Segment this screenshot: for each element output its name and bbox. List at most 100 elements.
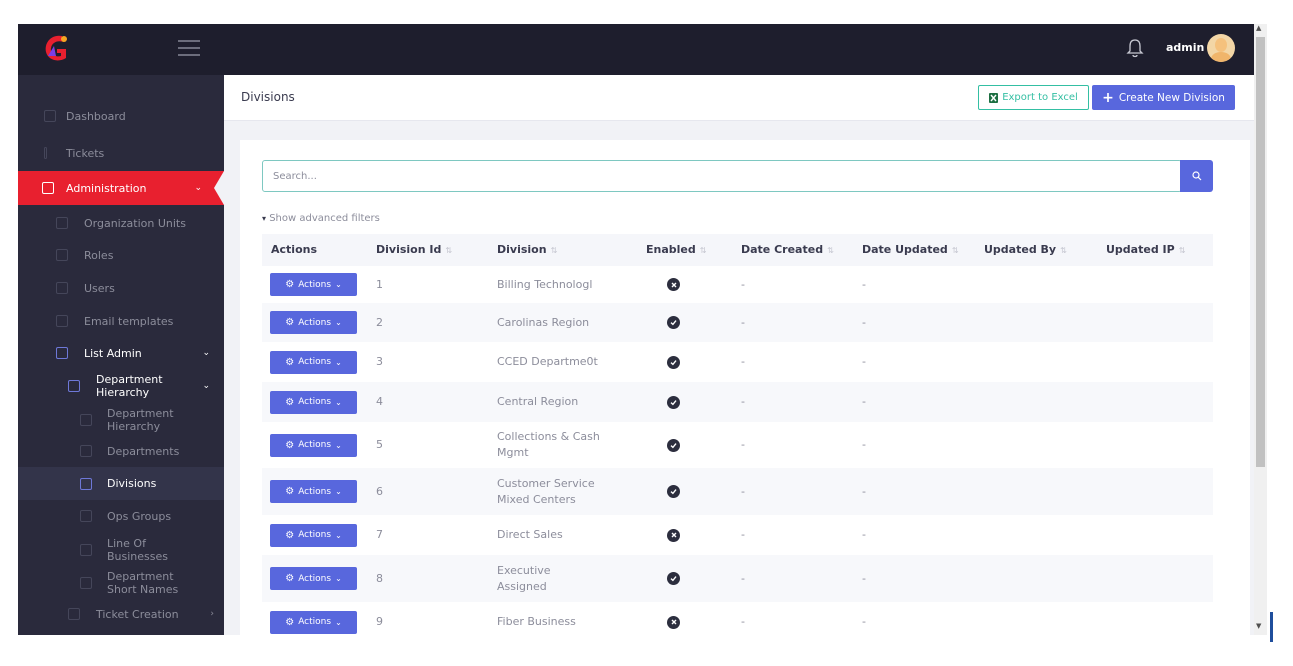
scroll-up-icon[interactable]: ▲	[1256, 24, 1261, 32]
search-button[interactable]	[1180, 160, 1213, 192]
sidebar-item-tickets[interactable]: Tickets	[18, 139, 224, 167]
column-header[interactable]: Date Created ⇅	[741, 243, 834, 256]
row-actions-button[interactable]: ⚙ Actions ⌄	[270, 433, 357, 457]
edge-marker	[1270, 612, 1273, 642]
sidebar-item-administration[interactable]: Administration ⌄	[18, 171, 224, 205]
date-created-cell: -	[741, 395, 745, 408]
gear-icon: ⚙	[285, 439, 295, 451]
row-actions-button[interactable]: ⚙ Actions ⌄	[270, 480, 357, 503]
dashboard-icon	[44, 110, 56, 122]
hierarchy-icon	[68, 380, 80, 392]
sidebar-item-ops-groups[interactable]: Ops Groups	[18, 502, 224, 530]
sort-icon: ⇅	[827, 246, 834, 255]
sidebar-item-department-short-names[interactable]: Department Short Names	[18, 566, 224, 600]
sidebar-item-label: Email templates	[84, 314, 174, 328]
sort-icon: ⇅	[1060, 246, 1067, 255]
column-header[interactable]: Division ⇅	[497, 243, 557, 256]
row-actions-button[interactable]: ⚙ Actions ⌄	[270, 273, 357, 296]
table-row[interactable]: ⚙ Actions ⌄ 8 Executive Assigned - -	[262, 555, 1213, 602]
scroll-down-icon[interactable]: ▼	[1256, 622, 1261, 630]
actions-label: Actions	[298, 530, 332, 540]
sidebar-item-label: Ticket Creation	[96, 607, 179, 621]
table-row[interactable]: ⚙ Actions ⌄ 4 Central Region - -	[262, 382, 1213, 422]
sidebar: Dashboard Tickets Administration ⌄ Organ…	[18, 75, 224, 635]
check-circle-icon	[667, 572, 680, 585]
column-header[interactable]: Updated IP ⇅	[1106, 243, 1185, 256]
row-actions-button[interactable]: ⚙ Actions ⌄	[270, 610, 357, 634]
column-header[interactable]: Enabled ⇅	[646, 243, 706, 256]
organization-icon	[56, 217, 68, 229]
table-row[interactable]: ⚙ Actions ⌄ 1 Billing Technologl - -	[262, 266, 1213, 303]
column-header[interactable]: Updated By ⇅	[984, 243, 1067, 256]
gear-icon: ⚙	[285, 616, 295, 628]
export-excel-button[interactable]: Export to Excel	[978, 85, 1089, 110]
division-name-cell: Billing Technologl	[497, 277, 593, 291]
row-actions-button[interactable]: ⚙ Actions ⌄	[270, 350, 357, 374]
division-id-cell: 3	[376, 355, 383, 368]
date-updated-cell: -	[862, 355, 866, 368]
date-created-cell: -	[741, 484, 745, 498]
date-updated-cell: -	[862, 438, 866, 451]
sidebar-item-department-hierarchy[interactable]: Department Hierarchy	[18, 403, 224, 437]
table-row[interactable]: ⚙ Actions ⌄ 3 CCED Departme0t - -	[262, 342, 1213, 382]
create-label: Create New Division	[1118, 91, 1225, 104]
table-header: Actions Division Id ⇅ Division ⇅ Enabled ⇅ …	[262, 234, 1213, 266]
sidebar-item-label: Organization Units	[84, 216, 186, 230]
advanced-filters-label: Show advanced filters	[269, 213, 380, 224]
page-title: Divisions	[241, 90, 295, 104]
chevron-down-icon: ⌄	[202, 348, 210, 358]
sidebar-item-roles[interactable]: Roles	[18, 241, 224, 269]
sidebar-item-label: Line Of Businesses	[107, 537, 169, 563]
table-row[interactable]: ⚙ Actions ⌄ 6 Customer Service Mixed Centers -…	[262, 468, 1213, 515]
sidebar-item-organization-units[interactable]: Organization Units	[18, 209, 224, 237]
division-name-cell: Carolinas Region	[497, 315, 590, 329]
sidebar-item-users[interactable]: Users	[18, 274, 224, 302]
table-row[interactable]: ⚙ Actions ⌄ 9 Fiber Business - -	[262, 602, 1213, 635]
sidebar-item-list-admin[interactable]: List Admin ⌄	[18, 339, 224, 367]
sidebar-item-line-of-businesses[interactable]: Line Of Businesses	[18, 533, 224, 567]
chevron-down-icon: ⌄	[335, 574, 342, 583]
table-row[interactable]: ⚙ Actions ⌄ 7 Direct Sales - -	[262, 515, 1213, 555]
row-actions-button[interactable]: ⚙ Actions ⌄	[270, 567, 357, 590]
row-actions-button[interactable]: ⚙ Actions ⌄	[270, 390, 357, 414]
division-name-cell: Central Region	[497, 395, 579, 408]
notification-bell-icon[interactable]	[1126, 38, 1144, 58]
business-icon	[80, 544, 92, 556]
departments-icon	[80, 445, 92, 457]
row-actions-button[interactable]: ⚙ Actions ⌄	[270, 523, 357, 547]
user-name[interactable]: admin	[1166, 41, 1204, 54]
check-circle-icon	[667, 395, 680, 409]
app-logo-icon[interactable]	[40, 32, 72, 64]
column-header[interactable]: Date Updated ⇅	[862, 243, 959, 256]
sidebar-item-dashboard[interactable]: Dashboard	[18, 102, 224, 130]
menu-toggle-icon[interactable]	[178, 40, 200, 56]
row-actions-button[interactable]: ⚙ Actions ⌄	[270, 311, 357, 334]
advanced-filters-toggle[interactable]: ▾ Show advanced filters	[262, 213, 380, 224]
scrollbar-thumb[interactable]	[1256, 37, 1265, 467]
sidebar-item-divisions[interactable]: Divisions	[18, 467, 224, 500]
date-created-cell: -	[741, 355, 745, 368]
column-header[interactable]: Division Id ⇅	[376, 243, 452, 256]
sidebar-item-department-hierarchy-group[interactable]: Department Hierarchy ⌄	[18, 369, 224, 403]
sidebar-item-departments[interactable]: Departments	[18, 437, 224, 465]
create-division-button[interactable]: + Create New Division	[1092, 85, 1235, 110]
division-id-cell: 2	[376, 315, 383, 329]
division-id-cell: 9	[376, 615, 383, 628]
hierarchy-icon	[80, 414, 92, 426]
division-name-cell: Direct Sales	[497, 528, 563, 541]
sort-icon: ⇅	[445, 246, 453, 255]
table-row[interactable]: ⚙ Actions ⌄ 2 Carolinas Region - -	[262, 303, 1213, 342]
division-name-cell: Customer Service Mixed Centers	[497, 476, 595, 506]
avatar[interactable]	[1207, 34, 1235, 62]
table-row[interactable]: ⚙ Actions ⌄ 5 Collections & Cash Mgmt - -	[262, 422, 1213, 468]
gear-icon: ⚙	[285, 317, 295, 328]
search-input[interactable]	[262, 160, 1182, 192]
sidebar-item-ticket-creation[interactable]: Ticket Creation ›	[18, 600, 224, 628]
sort-icon: ⇅	[699, 246, 707, 255]
app-window: admin Dashboard Tickets Administration ⌄…	[18, 24, 1254, 635]
sidebar-item-label: Department Short Names	[107, 570, 179, 596]
division-name-cell: Collections & Cash Mgmt	[497, 430, 600, 459]
sidebar-item-email-templates[interactable]: Email templates	[18, 307, 224, 335]
gear-icon: ⚙	[285, 573, 295, 584]
divisions-card: ▾ Show advanced filters Actions Division…	[240, 140, 1250, 635]
